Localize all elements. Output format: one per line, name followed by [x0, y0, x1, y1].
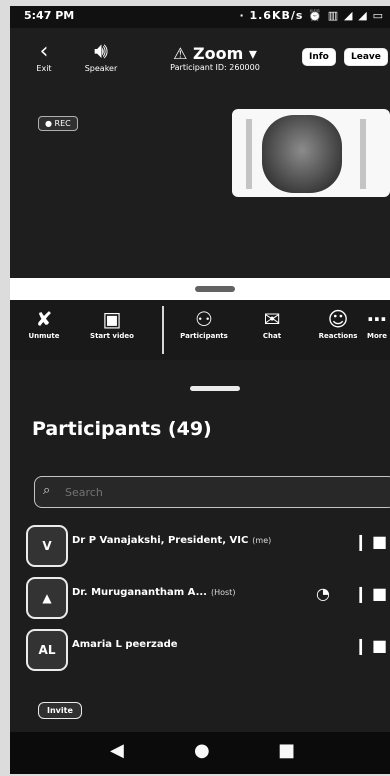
start-video-button[interactable]: ▣ Start video [82, 306, 142, 340]
participant-video-face [262, 115, 342, 193]
reactions-icon: ☺ [327, 307, 349, 331]
microphone-muted-icon: ✘ [35, 307, 53, 331]
reactions-label: Reactions [318, 332, 358, 340]
more-label: More [367, 332, 387, 340]
toolbar-separator [162, 306, 164, 354]
participant-name-line: Dr. Muruganantham A... (Host) [72, 587, 235, 598]
avatar: AL [26, 629, 68, 671]
participant-name-line: Dr P Vanajakshi, President, VIC (me) [72, 535, 271, 546]
search-icon: ⌕ [43, 483, 51, 498]
speaker-icon: 🔊︎ [94, 39, 108, 64]
back-icon[interactable]: ◀ [110, 740, 124, 761]
video-camera-icon[interactable]: ■ [372, 636, 387, 655]
speaker-label: Speaker [84, 64, 118, 73]
leave-button[interactable]: Leave [344, 48, 388, 66]
meeting-title[interactable]: ⚠︎ Zoom ▾ Participant ID: 260000 [160, 44, 270, 72]
participants-title: Participants (49) [32, 418, 212, 440]
android-nav-bar: ◀ ● ■ [10, 732, 390, 774]
avatar-image-icon: ▲ [42, 591, 52, 605]
participant-row[interactable]: AL Amaria L peerzade ❙ ■ [10, 624, 390, 672]
participant-name: Amaria L peerzade [72, 639, 178, 650]
participant-name-line: Amaria L peerzade [72, 639, 182, 650]
status-bar: 5:47 PM · 1.6KB/s ⏰ ▥ ◢ ◢ ▭ [10, 6, 390, 28]
participant-role-tag: (me) [252, 536, 272, 545]
invite-button[interactable]: Invite [38, 702, 82, 719]
screen-share-status-icon: ◔ [316, 584, 330, 603]
participants-icon: ⚇ [195, 307, 213, 331]
unmute-label: Unmute [28, 332, 60, 340]
meeting-title-text: Zoom [193, 44, 244, 63]
avatar: V [26, 525, 68, 567]
video-camera-icon[interactable]: ■ [372, 532, 387, 551]
chat-label: Chat [262, 332, 282, 340]
more-button[interactable]: ⋯ More [362, 306, 390, 340]
more-icon: ⋯ [367, 307, 387, 331]
participant-row[interactable]: ▲ Dr. Muruganantham A... (Host) ◔ ❙ ■ [10, 572, 390, 620]
home-icon[interactable]: ● [194, 740, 210, 761]
title-lock-icon: ⚠︎ [173, 44, 194, 63]
exit-button[interactable]: ‹ Exit [20, 39, 68, 74]
phone-screen: 5:47 PM · 1.6KB/s ⏰ ▥ ◢ ◢ ▭ ‹ Exit 🔊︎ Sp… [10, 6, 390, 774]
panel-divider [10, 278, 390, 300]
participant-name: Dr. Muruganantham A... [72, 587, 207, 598]
participant-name: Dr P Vanajakshi, President, VIC [72, 535, 249, 546]
panel-drag-handle[interactable] [190, 386, 240, 391]
participants-button[interactable]: ⚇ Participants [174, 306, 234, 340]
avatar: ▲ [26, 577, 68, 619]
unmute-button[interactable]: ✘ Unmute [14, 306, 74, 340]
chevron-down-icon: ▾ [243, 44, 257, 63]
chat-button[interactable]: ✉ Chat [242, 306, 302, 340]
speaker-button[interactable]: 🔊︎ Speaker [76, 39, 126, 74]
participant-row[interactable]: V Dr P Vanajakshi, President, VIC (me) ❙ … [10, 520, 390, 568]
participant-role-tag: (Host) [210, 588, 236, 597]
participant-search-box[interactable]: ⌕ [34, 476, 390, 508]
exit-icon: ‹ [39, 39, 49, 64]
video-thumbnail[interactable] [232, 109, 390, 197]
status-time: 5:47 PM [24, 9, 75, 22]
microphone-icon[interactable]: ❙ [354, 636, 367, 655]
video-camera-icon[interactable]: ■ [372, 584, 387, 603]
microphone-icon[interactable]: ❙ [354, 532, 367, 551]
start-video-label: Start video [90, 332, 134, 340]
background-pillar [246, 119, 252, 189]
status-icons: · 1.6KB/s ⏰ ▥ ◢ ◢ ▭ [239, 9, 384, 22]
meeting-subtitle: Participant ID: 260000 [170, 63, 260, 72]
reactions-button[interactable]: ☺ Reactions [308, 306, 368, 340]
divider-handle[interactable] [195, 286, 235, 292]
video-off-icon: ▣ [102, 307, 122, 331]
recording-badge: ● REC [38, 116, 78, 131]
participants-label: Participants [180, 332, 228, 340]
recents-icon[interactable]: ■ [278, 740, 295, 761]
chat-icon: ✉ [263, 307, 281, 331]
background-pillar [360, 119, 366, 189]
info-button[interactable]: Info [302, 48, 336, 66]
exit-label: Exit [36, 64, 52, 73]
microphone-icon[interactable]: ❙ [354, 584, 367, 603]
search-input[interactable] [63, 481, 367, 503]
